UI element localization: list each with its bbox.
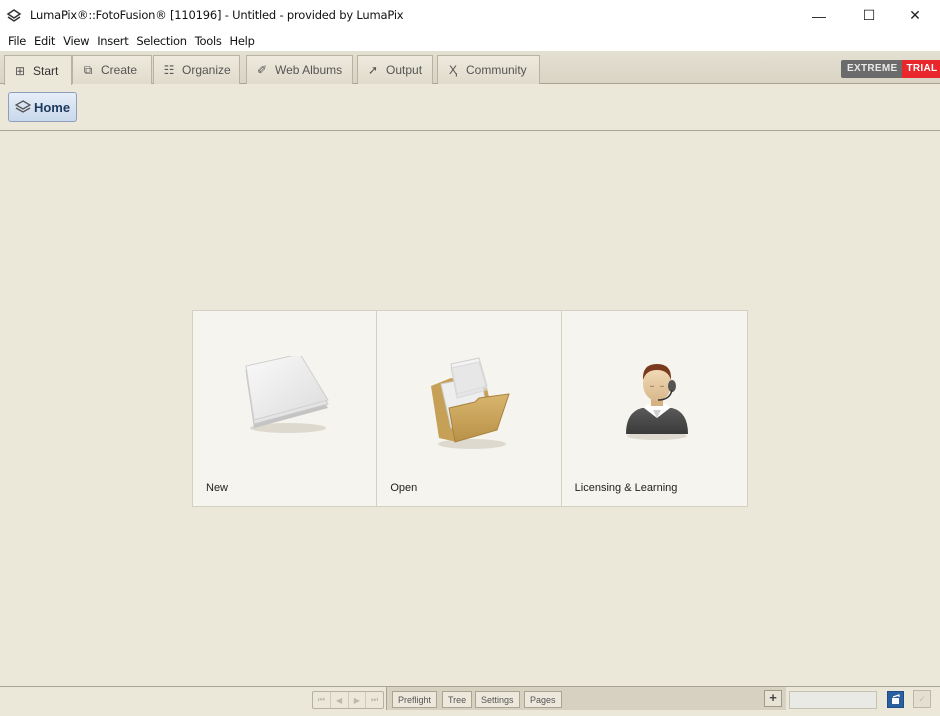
menu-view[interactable]: View <box>59 34 93 48</box>
lumapix-logo-icon <box>6 9 22 22</box>
first-page-icon: ⏮ <box>317 695 325 704</box>
add-button[interactable]: + <box>764 690 782 707</box>
community-icon: Ҳ <box>448 63 457 77</box>
page-navigation: ⏮ ◀ ▶ ⏭ <box>312 691 384 709</box>
licensing-learning-label: Licensing & Learning <box>574 482 678 494</box>
chevron-icon: ✓ <box>918 693 926 704</box>
close-button[interactable]: ✕ <box>892 0 938 31</box>
menu-tools[interactable]: Tools <box>191 34 226 48</box>
tab-web-albums[interactable]: ✐ Web Albums <box>246 55 353 84</box>
maximize-button[interactable]: ☐ <box>846 0 892 31</box>
prev-page-button[interactable]: ◀ <box>331 692 349 708</box>
tab-label: Community <box>466 63 527 77</box>
minimize-button[interactable]: — <box>796 0 842 31</box>
tab-output[interactable]: ➚ Output <box>357 55 433 84</box>
tab-start[interactable]: ⊞ Start <box>4 55 72 85</box>
web-albums-icon: ✐ <box>256 63 268 77</box>
tab-label: Web Albums <box>275 63 343 77</box>
open-label: Open <box>390 482 418 494</box>
bottom-bar: ⏮ ◀ ▶ ⏭ Preflight Tree Settings Pages + … <box>0 686 940 716</box>
next-page-icon: ▶ <box>353 695 360 705</box>
maximize-icon: ☐ <box>862 7 876 23</box>
create-icon: ⧉ <box>83 62 93 77</box>
menu-insert[interactable]: Insert <box>93 34 132 48</box>
new-label: New <box>206 482 229 494</box>
next-page-button[interactable]: ▶ <box>349 692 367 708</box>
menu-file[interactable]: File <box>4 34 30 48</box>
minimize-icon: — <box>812 7 826 24</box>
grid-icon: ⊞ <box>14 63 26 78</box>
tab-label: Output <box>386 63 423 77</box>
tab-label: Start <box>33 63 59 78</box>
menu-edit[interactable]: Edit <box>30 34 59 48</box>
main-tab-strip: ⊞ Start ⧉ Create ☷ Organize ✐ Web Albums… <box>0 51 940 85</box>
menu-help[interactable]: Help <box>226 34 259 48</box>
home-toolbar: Home <box>0 84 940 131</box>
photo-stack-icon <box>892 694 900 704</box>
open-card[interactable]: Open <box>377 311 562 506</box>
edition-name: EXTREME <box>841 60 903 78</box>
tab-community[interactable]: Ҳ Community <box>437 55 540 84</box>
edition-status: TRIAL <box>902 60 940 78</box>
start-cards: New Open Licensing & Learning <box>192 310 748 507</box>
panel-tab-settings[interactable]: Settings <box>475 691 520 708</box>
photo-tool-button[interactable] <box>887 691 904 708</box>
home-button[interactable]: Home <box>8 92 77 122</box>
search-input[interactable] <box>789 691 877 709</box>
panel-tab-preflight[interactable]: Preflight <box>392 691 438 708</box>
menu-selection[interactable]: Selection <box>132 34 190 48</box>
tab-label: Create <box>101 63 138 77</box>
close-icon: ✕ <box>909 7 921 23</box>
new-card[interactable]: New <box>193 311 378 506</box>
panel-tab-pages[interactable]: Pages <box>524 691 562 708</box>
last-page-button[interactable]: ⏭ <box>366 692 383 708</box>
tab-create[interactable]: ⧉ Create <box>72 55 152 84</box>
licensing-learning-card[interactable]: Licensing & Learning <box>562 311 747 506</box>
first-page-button[interactable]: ⏮ <box>313 692 331 708</box>
title-bar: LumaPix®::FotoFusion® [110196] - Untitle… <box>0 0 940 31</box>
panel-tab-tree[interactable]: Tree <box>442 691 473 708</box>
output-arrow-icon: ➚ <box>367 63 379 77</box>
support-agent-icon <box>625 364 688 440</box>
new-document-icon <box>245 356 329 433</box>
window-title: LumaPix®::FotoFusion® [110196] - Untitle… <box>30 8 404 22</box>
collapse-button[interactable]: ✓ <box>913 690 931 708</box>
home-label: Home <box>33 99 71 115</box>
home-layers-icon <box>14 100 31 113</box>
edition-badge[interactable]: EXTREME TRIAL <box>841 60 940 78</box>
menu-bar: File Edit View Insert Selection Tools He… <box>0 31 940 51</box>
open-folder-icon <box>431 357 511 449</box>
panel-tab-strip: Preflight Tree Settings Pages <box>386 687 786 710</box>
tab-organize[interactable]: ☷ Organize <box>153 55 240 84</box>
tab-label: Organize <box>182 63 231 77</box>
last-page-icon: ⏭ <box>371 695 379 704</box>
list-icon: ☷ <box>163 63 175 77</box>
prev-page-icon: ◀ <box>336 695 343 705</box>
